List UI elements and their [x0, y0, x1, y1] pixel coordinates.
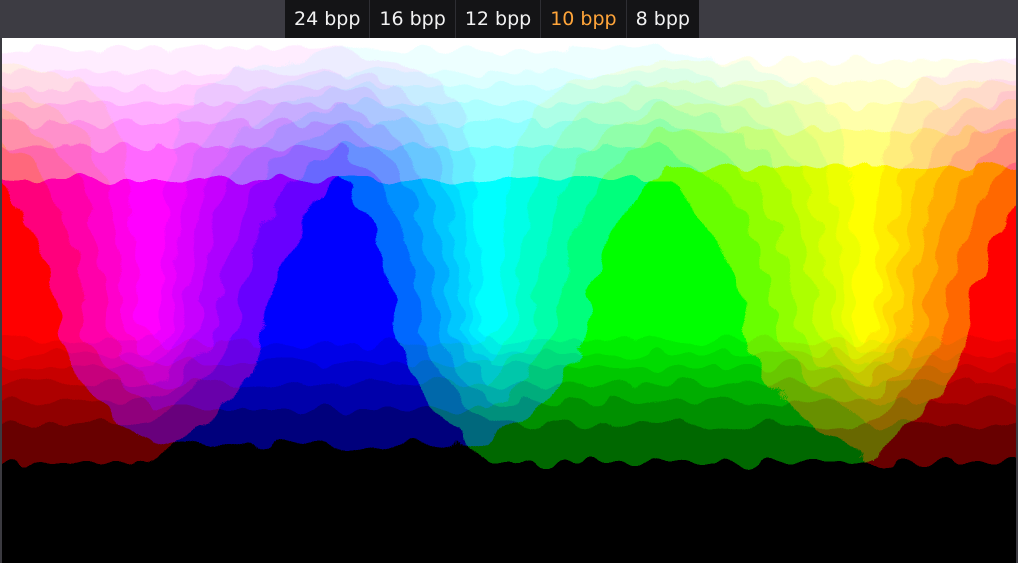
tab-24-bpp[interactable]: 24 bpp: [285, 0, 371, 38]
tab-10-bpp[interactable]: 10 bpp: [541, 0, 627, 38]
tab-12-bpp[interactable]: 12 bpp: [455, 0, 542, 38]
tab-8-bpp[interactable]: 8 bpp: [626, 0, 699, 38]
tab-16-bpp[interactable]: 16 bpp: [370, 0, 456, 38]
color-spectrum-image: [2, 38, 1016, 563]
color-spectrum-canvas[interactable]: [2, 38, 1016, 563]
top-toolbar: 24 bpp 16 bpp 12 bpp 10 bpp 8 bpp: [0, 0, 1018, 38]
bit-depth-tabs: 24 bpp 16 bpp 12 bpp 10 bpp 8 bpp: [285, 0, 699, 38]
